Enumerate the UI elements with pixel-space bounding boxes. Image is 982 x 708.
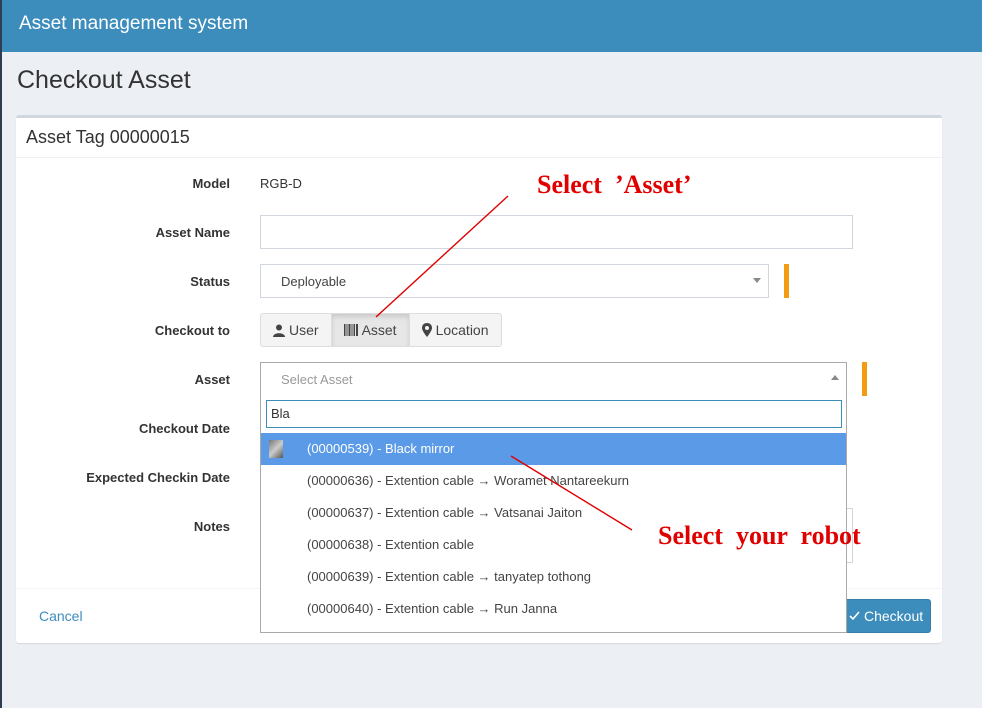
- annotation-select-robot: Select your robot: [658, 521, 861, 550]
- annotation-select-asset: Select ’Asset’: [537, 170, 692, 199]
- annotation-arrows: [375, 195, 633, 531]
- annotation-arrow-asset: [375, 195, 509, 318]
- annotation-arrow-robot: [510, 455, 633, 531]
